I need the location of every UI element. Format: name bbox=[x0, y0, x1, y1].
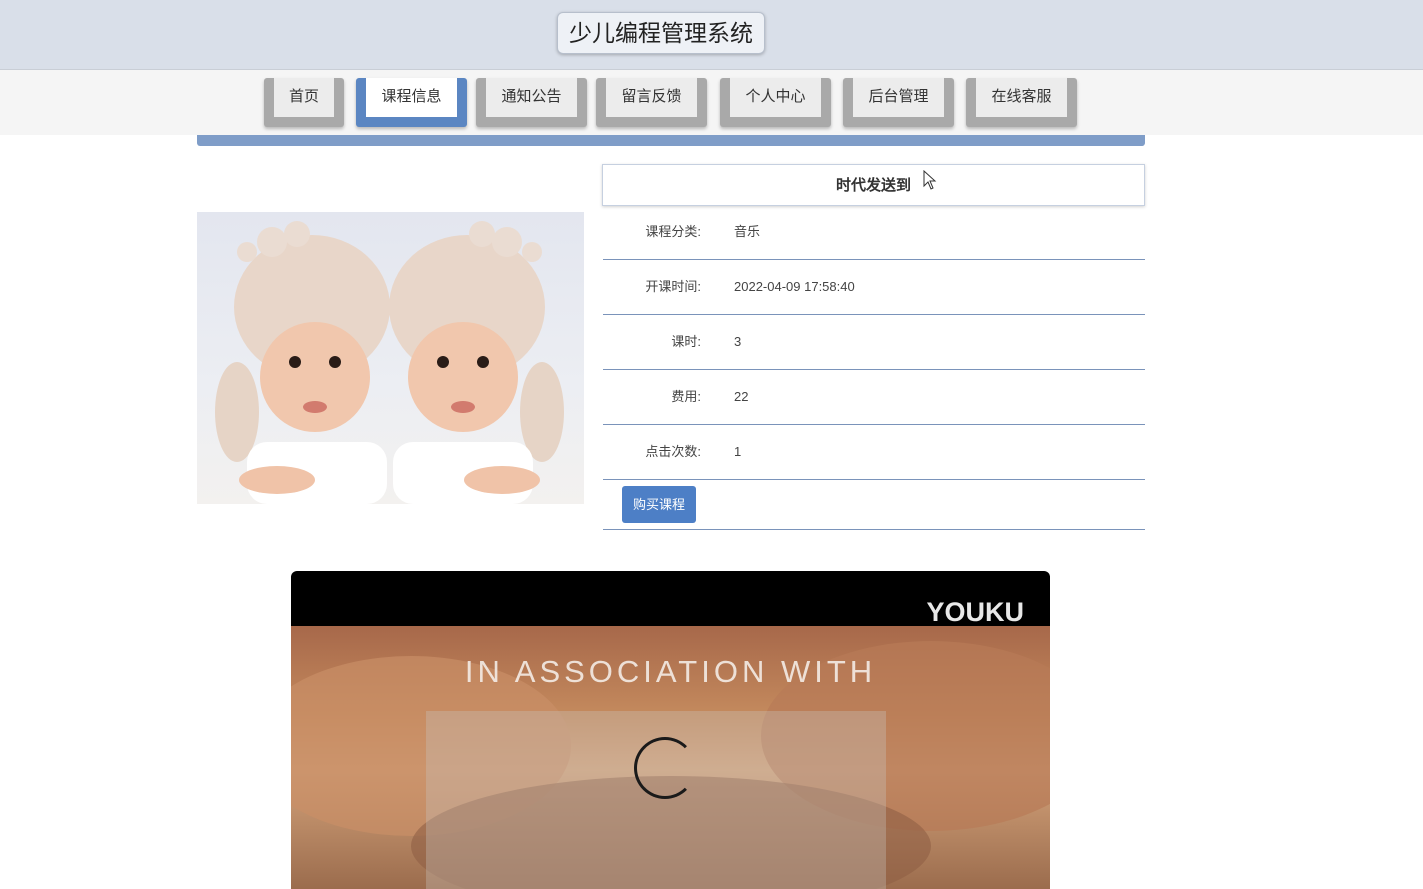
info-row-hours: 课时: 3 bbox=[603, 315, 1145, 370]
nav-item-label: 首页 bbox=[274, 78, 334, 117]
info-value: 22 bbox=[734, 389, 749, 404]
nav-item-label: 留言反馈 bbox=[606, 78, 697, 117]
course-photo-icon bbox=[215, 221, 564, 504]
info-label: 点击次数: bbox=[645, 444, 701, 459]
info-value: 3 bbox=[734, 334, 742, 349]
mouse-cursor-icon bbox=[923, 170, 937, 190]
loading-spinner-icon bbox=[634, 737, 696, 799]
nav-item-label: 后台管理 bbox=[853, 78, 944, 117]
info-label: 费用: bbox=[671, 389, 701, 404]
main-nav: 首页 课程信息 通知公告 留言反馈 个人中心 后台管理 在线客服 bbox=[0, 69, 1423, 135]
course-image bbox=[197, 212, 584, 504]
header-bar: 少儿编程管理系统 bbox=[0, 0, 1423, 69]
video-player[interactable]: YOUKU IN ASSOCIATION WITH bbox=[291, 571, 1050, 889]
buy-course-button[interactable]: 购买课程 bbox=[622, 486, 696, 523]
info-label: 课时: bbox=[671, 334, 701, 349]
info-value: 1 bbox=[734, 444, 742, 459]
nav-item-label: 个人中心 bbox=[730, 78, 821, 117]
info-label: 课程分类: bbox=[645, 224, 701, 239]
nav-item-feedback[interactable]: 留言反馈 bbox=[596, 78, 707, 127]
video-caption: IN ASSOCIATION WITH bbox=[464, 654, 877, 689]
info-row-start-time: 开课时间: 2022-04-09 17:58:40 bbox=[603, 260, 1145, 315]
nav-item-admin[interactable]: 后台管理 bbox=[843, 78, 954, 127]
buy-row: 购买课程 bbox=[603, 481, 1145, 530]
course-title: 时代发送到 bbox=[602, 164, 1145, 206]
nav-item-label: 通知公告 bbox=[486, 78, 577, 117]
nav-item-notices[interactable]: 通知公告 bbox=[476, 78, 587, 127]
nav-item-home[interactable]: 首页 bbox=[264, 78, 344, 127]
info-value: 音乐 bbox=[734, 224, 761, 239]
info-value: 2022-04-09 17:58:40 bbox=[734, 279, 855, 294]
info-label: 开课时间: bbox=[645, 279, 701, 294]
section-divider bbox=[197, 135, 1145, 146]
nav-item-profile[interactable]: 个人中心 bbox=[720, 78, 831, 127]
nav-item-support[interactable]: 在线客服 bbox=[966, 78, 1077, 127]
youku-logo: YOUKU bbox=[926, 597, 1024, 627]
nav-item-label: 课程信息 bbox=[366, 78, 457, 117]
nav-item-courses[interactable]: 课程信息 bbox=[356, 78, 467, 127]
info-row-category: 课程分类: 音乐 bbox=[603, 205, 1145, 260]
info-row-fee: 费用: 22 bbox=[603, 370, 1145, 425]
site-title: 少儿编程管理系统 bbox=[557, 12, 765, 54]
nav-item-label: 在线客服 bbox=[976, 78, 1067, 117]
info-row-clicks: 点击次数: 1 bbox=[603, 425, 1145, 480]
